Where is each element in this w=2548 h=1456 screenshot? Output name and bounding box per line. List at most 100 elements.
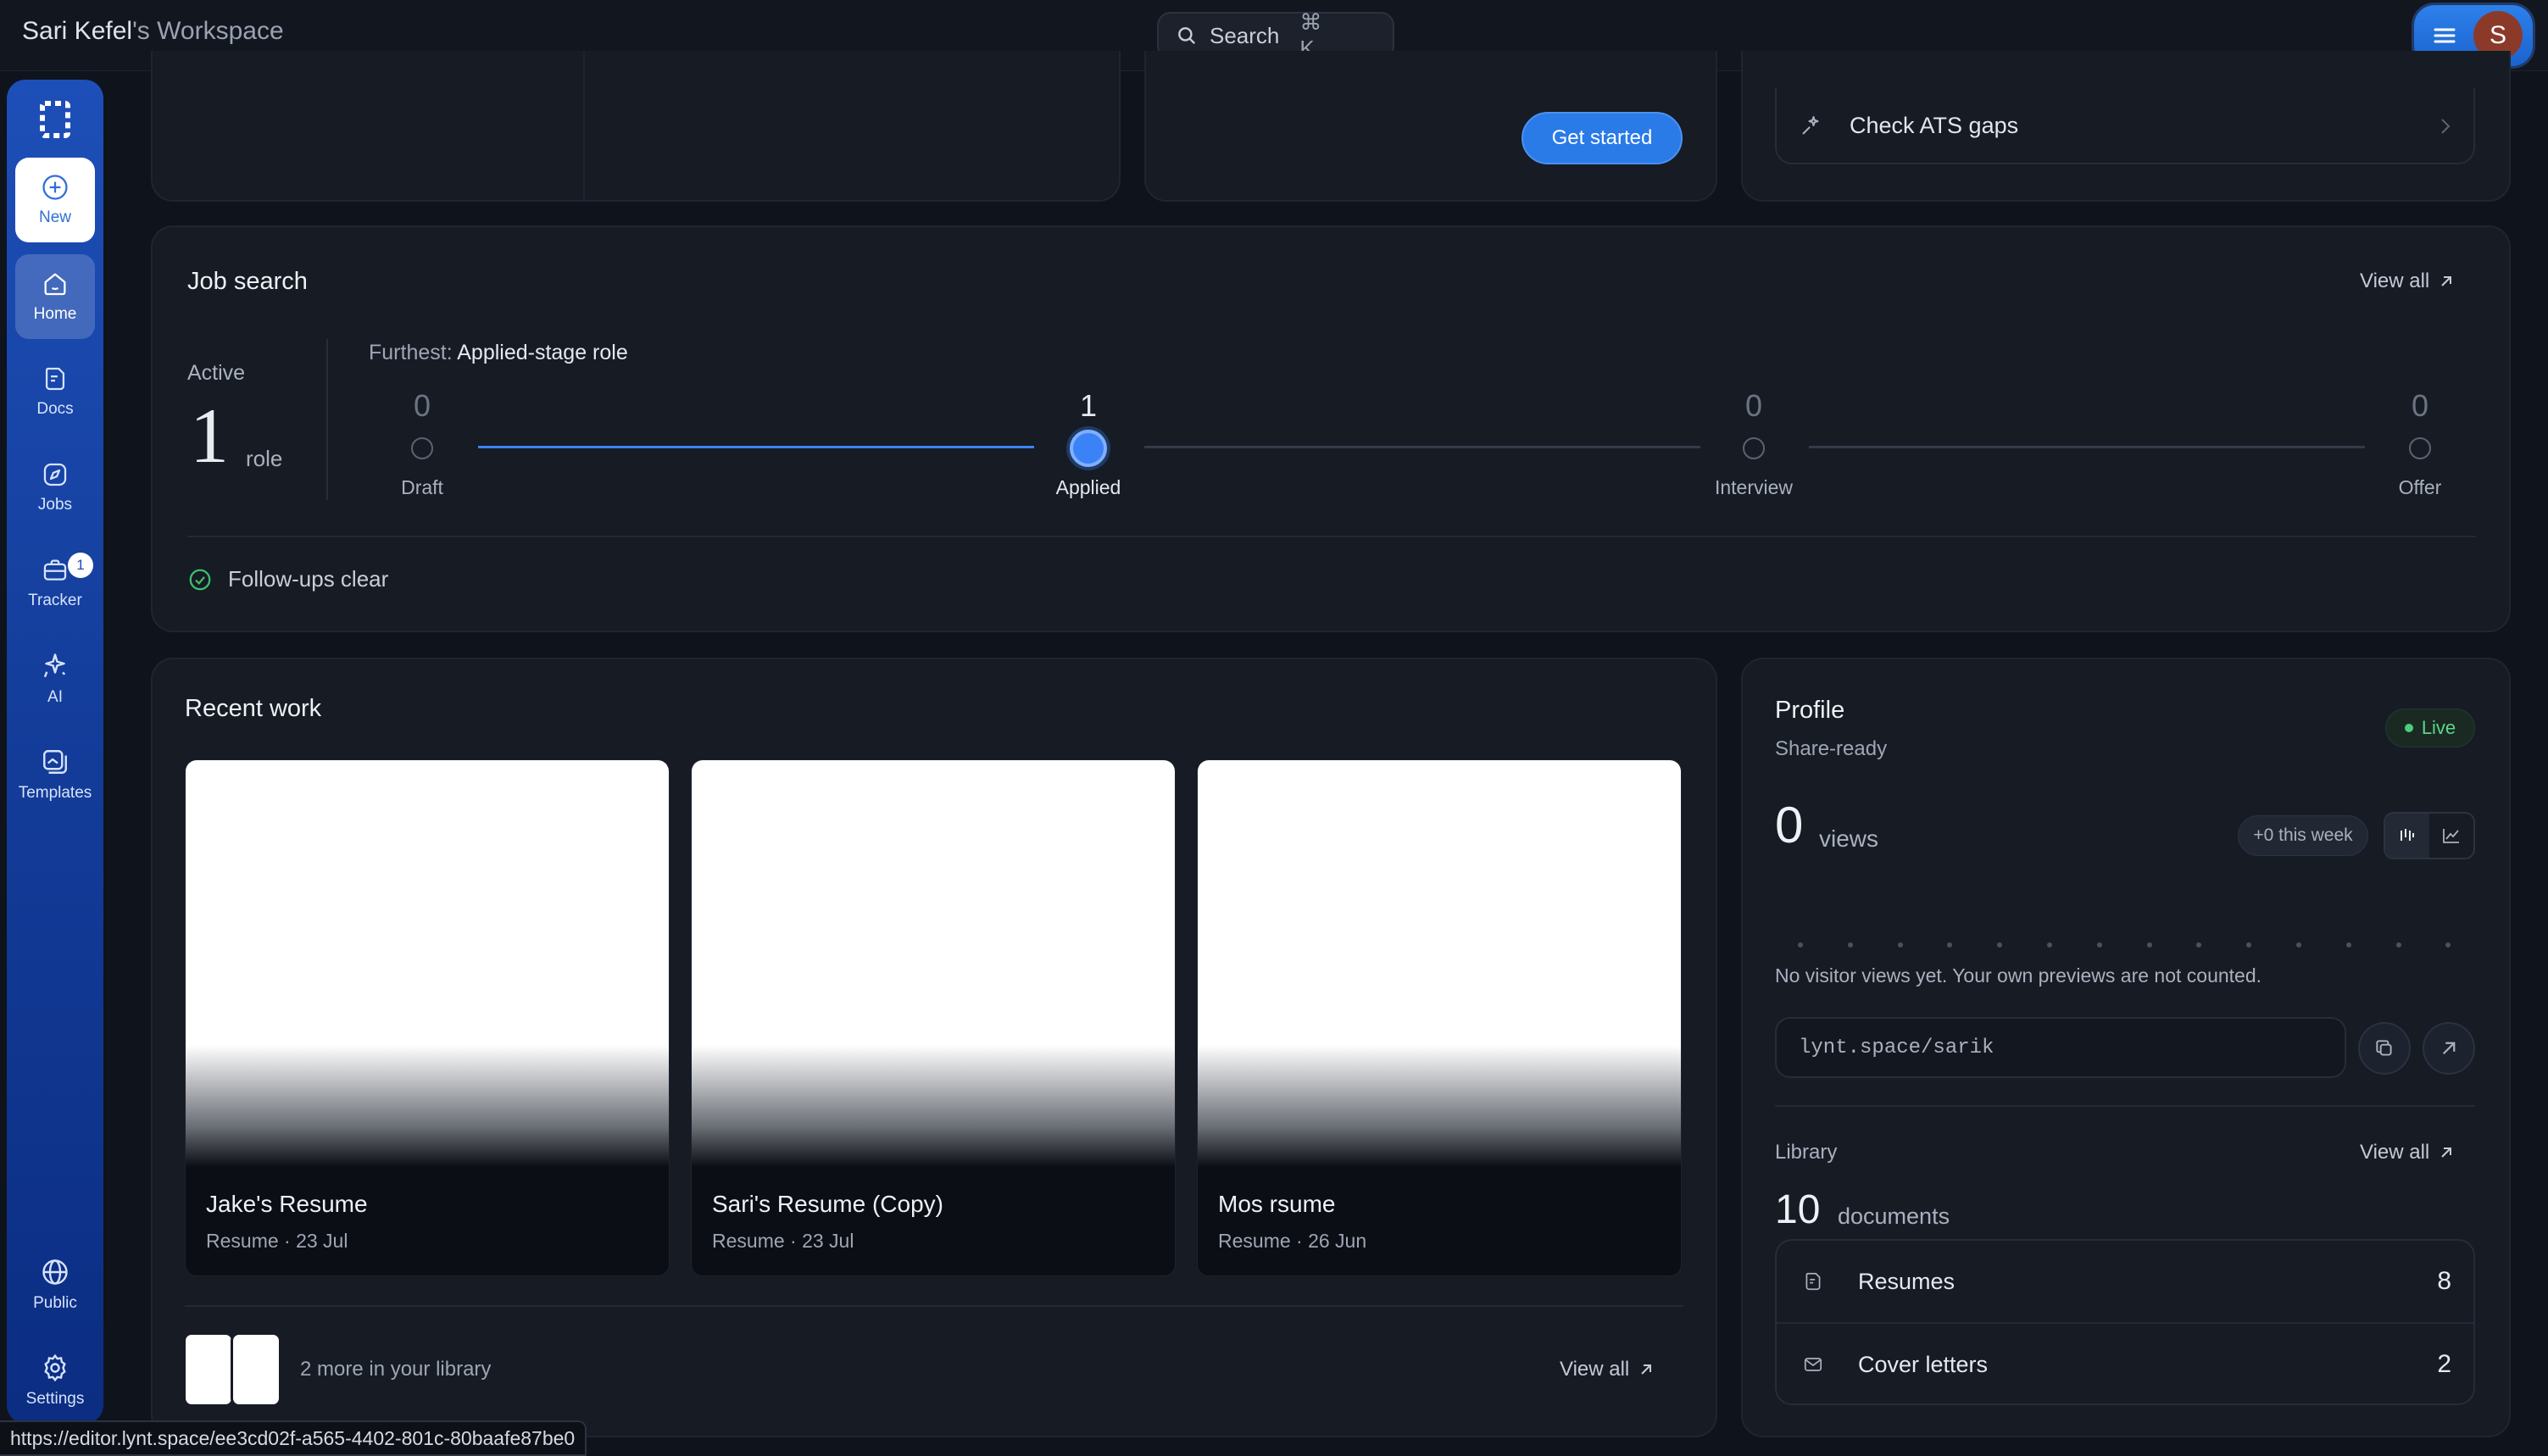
divider: [1775, 1105, 2475, 1107]
workspace-owner: Sari Kefel: [22, 17, 133, 45]
library-thumbnail: [183, 1332, 234, 1407]
sidebar-item-tracker[interactable]: 1 Tracker: [15, 541, 95, 625]
library-row-label: Cover letters: [1858, 1351, 1989, 1377]
furthest-value: Applied-stage role: [457, 341, 628, 364]
divider: [185, 1305, 1683, 1307]
sparkline-dot: [2096, 942, 2102, 948]
job-search-title: Job search: [187, 268, 308, 295]
sidebar-item-docs[interactable]: Docs: [15, 349, 95, 434]
copy-icon: [2373, 1037, 2395, 1059]
arrow-up-right-icon: [1639, 1363, 1653, 1376]
profile-title: Profile: [1775, 697, 1845, 724]
get-started-button[interactable]: Get started: [1522, 112, 1683, 164]
workspace-title: Sari Kefel's Workspace: [22, 17, 284, 46]
arrow-up-right-icon: [2440, 275, 2453, 288]
document-meta: Resume · 26 Jun: [1218, 1230, 1367, 1252]
job-search-card: [151, 225, 2511, 632]
library-row-count: 8: [2437, 1267, 2451, 1295]
line-chart-icon: [2441, 826, 2462, 845]
library-count: 10: [1775, 1187, 1821, 1232]
view-all-label: View all: [2360, 1141, 2430, 1164]
line-chart-toggle[interactable]: [2429, 814, 2473, 858]
document-card[interactable]: Mos rsume Resume · 26 Jun: [1197, 759, 1682, 1276]
stage-track-applied-interview: [1144, 446, 1700, 448]
divider: [187, 536, 2476, 537]
library-view-all-link[interactable]: View all: [2360, 1141, 2453, 1164]
sparkline-dot: [2345, 942, 2351, 948]
stage-count-applied: 1: [1079, 388, 1098, 423]
workspace-suffix: 's Workspace: [132, 17, 284, 45]
live-label: Live: [2421, 717, 2456, 738]
furthest-stage: Furthest: Applied-stage role: [369, 341, 628, 365]
library-row-label: Resumes: [1858, 1268, 1956, 1294]
sparkline-dot: [1897, 942, 1903, 948]
no-views-message: No visitor views yet. Your own previews …: [1775, 964, 2262, 986]
ats-label: Check ATS gaps: [1850, 112, 2019, 138]
stage-dot-draft: [411, 437, 433, 459]
sidebar-item-ai[interactable]: AI: [15, 636, 95, 721]
mail-icon: [1802, 1353, 1824, 1375]
profile-url-field[interactable]: lynt.space/sarik: [1775, 1017, 2346, 1078]
sidebar-item-settings[interactable]: Settings: [15, 1338, 95, 1423]
sidebar-item-public[interactable]: Public: [15, 1242, 95, 1327]
check-ats-gaps-row[interactable]: Check ATS gaps: [1775, 88, 2475, 164]
sidebar: New Home Docs Jobs 1 Tracker AI Template…: [7, 80, 103, 1424]
overview-card: [151, 51, 1121, 202]
active-unit: role: [246, 446, 283, 471]
sparkline-dot: [2146, 942, 2152, 948]
library-row-resumes[interactable]: Resumes 8: [1777, 1241, 2473, 1322]
document-meta: Resume · 23 Jul: [206, 1230, 348, 1252]
document-name: Mos rsume: [1218, 1191, 1336, 1217]
sidebar-item-label: Settings: [25, 1390, 85, 1408]
stage-dot-applied: [1070, 430, 1107, 467]
stage-label-offer: Offer: [2398, 476, 2442, 498]
followups-label: Follow-ups clear: [228, 566, 389, 592]
sidebar-item-jobs[interactable]: Jobs: [15, 445, 95, 530]
document-icon: [41, 364, 70, 393]
sparkline-dot: [1798, 942, 1803, 948]
active-label: Active: [187, 361, 246, 385]
view-all-label: View all: [1560, 1358, 1630, 1381]
app-logo-icon[interactable]: [37, 98, 73, 141]
sidebar-item-templates[interactable]: Templates: [15, 732, 95, 817]
document-card[interactable]: Jake's Resume Resume · 23 Jul: [185, 759, 670, 1276]
search-icon: [1176, 25, 1198, 47]
active-count: 1: [190, 392, 229, 479]
views-label: views: [1819, 825, 1879, 852]
stage-label-interview: Interview: [1714, 476, 1794, 498]
stage-label-draft: Draft: [401, 476, 443, 498]
stage-count-interview: 0: [1744, 388, 1763, 423]
stage-count-offer: 0: [2411, 388, 2429, 423]
stage-dot-interview: [1743, 437, 1765, 459]
more-in-library-text: 2 more in your library: [300, 1358, 492, 1381]
sidebar-item-home[interactable]: Home: [15, 254, 95, 339]
recent-work-view-all-link[interactable]: View all: [1560, 1358, 1653, 1381]
sidebar-item-label: Home: [33, 305, 77, 323]
bar-chart-icon: [2398, 826, 2417, 845]
sidebar-item-label: Tracker: [28, 592, 82, 609]
followups-status: Follow-ups clear: [187, 566, 388, 592]
library-thumbnail: [231, 1332, 281, 1407]
home-icon: [41, 270, 70, 298]
sidebar-item-new[interactable]: New: [15, 158, 95, 242]
sparkle-icon: [40, 651, 70, 681]
furthest-label: Furthest:: [369, 341, 453, 364]
compass-icon: [41, 460, 70, 489]
sparkline-dot: [2395, 942, 2401, 948]
job-search-view-all-link[interactable]: View all: [2360, 270, 2453, 293]
card-divider: [583, 51, 585, 200]
library-count-label: documents: [1838, 1203, 1950, 1229]
recent-work-title: Recent work: [185, 695, 322, 722]
stage-track-draft-applied: [478, 446, 1034, 448]
sidebar-item-label: Public: [33, 1294, 77, 1312]
copy-url-button[interactable]: [2358, 1022, 2411, 1075]
live-status-badge: Live: [2385, 709, 2475, 747]
document-card[interactable]: Sari's Resume (Copy) Resume · 23 Jul: [691, 759, 1176, 1276]
library-row-cover-letters[interactable]: Cover letters 2: [1777, 1324, 2473, 1405]
bar-chart-toggle[interactable]: [2385, 814, 2429, 858]
open-profile-button[interactable]: [2423, 1022, 2475, 1075]
sidebar-item-label: Jobs: [37, 496, 73, 514]
document-thumbnail: [692, 760, 1175, 1167]
library-label: Library: [1775, 1141, 1838, 1164]
stage-dot-offer: [2409, 437, 2431, 459]
